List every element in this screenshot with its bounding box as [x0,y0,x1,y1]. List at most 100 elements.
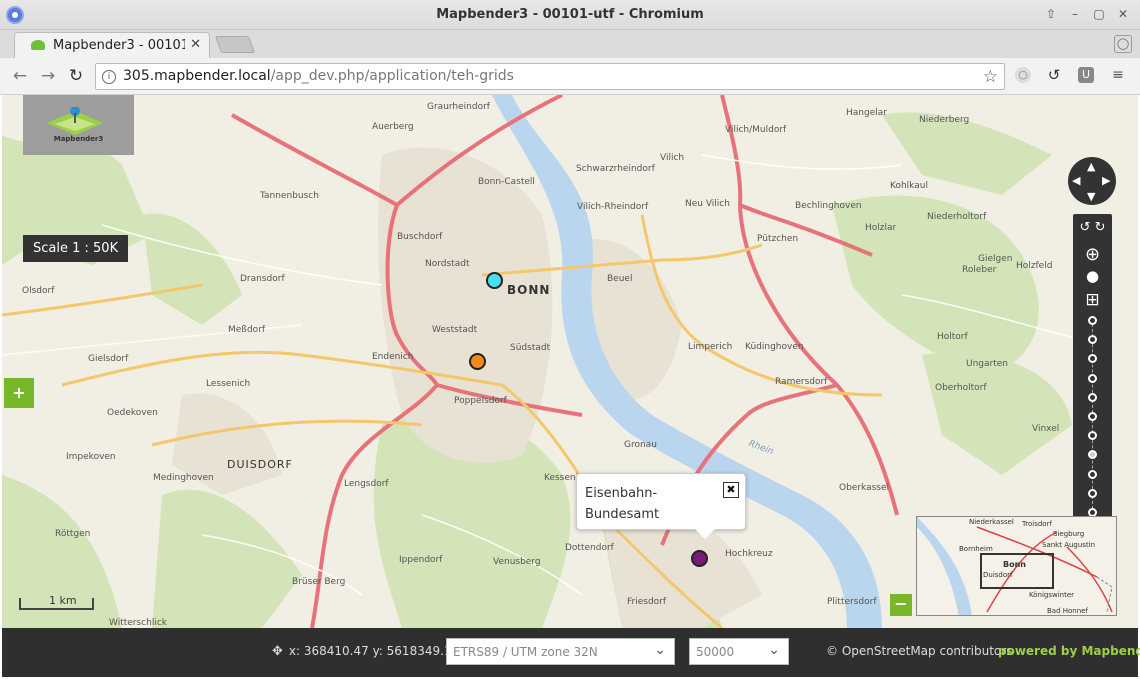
popup-line: Eisenbahn- [585,486,658,501]
place-label: Lengsdorf [344,479,389,489]
rotate-right-icon[interactable]: ↻ [1095,220,1106,235]
profile-icon[interactable]: ◯ [1114,35,1132,53]
popup-close-icon[interactable]: ✖ [723,482,739,498]
scale-select-value: 50000 [696,645,735,659]
back-button[interactable]: ← [10,66,30,86]
extension-3-icon[interactable]: U [1078,67,1094,83]
place-label: Oberholtorf [935,383,987,393]
extension-1-icon[interactable]: ○ [1015,67,1031,83]
rotate-controls: ↺ ↻ [1073,220,1112,235]
zoom-box-icon[interactable]: ⊞ [1073,290,1112,310]
extension-2-icon[interactable]: ↺ [1046,67,1062,83]
place-label: Graurheindorf [427,102,490,112]
map-viewport[interactable]: Graurheindorf Auerberg Tannenbusch Bonn-… [2,95,1138,628]
cyan-marker[interactable] [486,272,503,289]
footer-toolbar: ✥ x: 368410.47 y: 5618349.13 ETRS89 / UTM… [2,628,1140,677]
place-label: Oberkassel [839,483,890,493]
window-minimize-icon[interactable]: – [1068,7,1082,21]
zoom-max-extent-icon[interactable]: ● [1073,267,1112,285]
place-label-duisdorf: DUISDORF [227,458,293,471]
overview-label: Siegburg [1053,530,1085,538]
bookmark-star-icon[interactable]: ☆ [983,67,998,87]
pan-up-icon[interactable]: ▲ [1087,160,1095,173]
place-label: Pützchen [757,234,799,244]
zoom-level-step[interactable] [1088,354,1097,364]
orange-marker[interactable] [469,353,486,370]
zoom-level-step[interactable] [1088,392,1097,402]
zoom-level-step[interactable] [1088,488,1097,498]
place-label: Ungarten [966,359,1008,369]
tab-strip: Mapbender3 - 00101-utf ✕ ◯ [0,30,1140,58]
zoom-in-icon[interactable]: ⊕ [1073,244,1112,265]
forward-button[interactable]: → [38,66,58,86]
window-close-icon[interactable]: ✕ [1116,7,1130,21]
mapbender-logo: Mapbender3 [23,95,134,155]
sidepane-toggle-button[interactable]: + [4,378,34,408]
zoom-level-step[interactable] [1088,431,1097,441]
pan-right-icon[interactable]: ▶ [1102,174,1110,187]
tab-close-icon[interactable]: ✕ [190,37,201,52]
overview-label: Niederkassel [969,518,1014,526]
place-label: Vilich/Muldorf [725,125,787,135]
window-up-icon[interactable]: ⇧ [1044,7,1058,21]
place-label: Venusberg [493,557,541,567]
overview-label: Bad Honnef [1047,607,1088,615]
url-text: 305.mapbender.local/app_dev.php/applicat… [123,68,514,84]
feature-popup: Eisenbahn- Bundesamt ✖ [576,473,746,539]
zoom-level-step[interactable] [1088,373,1097,383]
zoom-level-step[interactable] [1088,316,1097,325]
overview-extent-box[interactable] [980,553,1054,589]
tab-mapbender[interactable]: Mapbender3 - 00101-utf ✕ [14,32,210,58]
place-label: Südstadt [510,343,551,353]
pan-left-icon[interactable]: ◀ [1072,174,1080,187]
address-bar[interactable]: i 305.mapbender.local/app_dev.php/applic… [95,63,1005,90]
osm-attribution-link[interactable]: © OpenStreetMap contributors [826,644,1012,658]
srs-select[interactable]: ETRS89 / UTM zone 32N ⌄ [446,638,675,665]
menu-icon[interactable]: ≡ [1110,67,1126,83]
new-tab-button[interactable] [214,36,256,53]
rotate-left-icon[interactable]: ↺ [1080,220,1091,235]
overview-label: Bornheim [959,545,993,553]
zoom-level-step[interactable] [1088,412,1097,421]
place-label: Endenich [372,352,414,362]
powered-by-link[interactable]: powered by Mapbender [998,644,1140,658]
crosshair-icon: ✥ [272,644,283,659]
place-label: Hochkreuz [725,549,773,559]
place-label: Bonn-Castell [478,177,535,187]
place-label: Küdinghoven [745,342,804,352]
scale-select[interactable]: 50000 ⌄ [689,638,789,665]
place-label: Impekoven [66,452,116,462]
place-label: Beuel [607,274,633,284]
pan-control[interactable]: ▲ ▼ ◀ ▶ [1068,157,1116,205]
place-label: Niederholtorf [927,212,987,222]
zoom-level-step[interactable] [1088,335,1097,345]
pan-down-icon[interactable]: ▼ [1087,190,1095,203]
place-label: Lessenich [206,379,251,389]
window-maximize-icon[interactable]: ▢ [1092,7,1106,21]
zoom-bar: ↺ ↻ ⊕ ● ⊞ [1073,214,1112,519]
place-label: Holzfeld [1016,261,1053,271]
popup-content: Eisenbahn- Bundesamt [585,483,705,525]
zoom-level-step[interactable] [1088,469,1097,479]
url-host: 305.mapbender.local [123,68,271,84]
site-info-icon[interactable]: i [102,70,116,84]
overview-label: Sankt Augustin [1042,541,1096,549]
scale-line-label: 1 km [49,594,77,607]
place-label: Ippendorf [399,555,443,565]
zoom-level-step[interactable] [1088,450,1097,460]
overview-map[interactable]: Niederkassel Troisdorf Siegburg Sankt Au… [916,516,1117,616]
window-controls: ⇧ – ▢ ✕ [1044,7,1130,21]
place-label-bonn: BONN [507,283,551,297]
window-title: Mapbender3 - 00101-utf - Chromium [436,7,704,22]
place-label-river: Rhein [747,438,775,458]
place-label: Roleber [962,265,997,275]
overview-toggle-button[interactable]: − [890,594,912,616]
place-label: Witterschlick [109,618,167,628]
place-label: Auerberg [372,122,414,132]
place-label: Friesdorf [627,597,667,607]
logo-text: Mapbender3 [53,135,104,143]
place-label: Dottendorf [565,543,614,553]
place-label: Niederberg [919,115,970,125]
purple-marker[interactable] [691,550,708,567]
reload-button[interactable]: ↻ [66,66,86,86]
